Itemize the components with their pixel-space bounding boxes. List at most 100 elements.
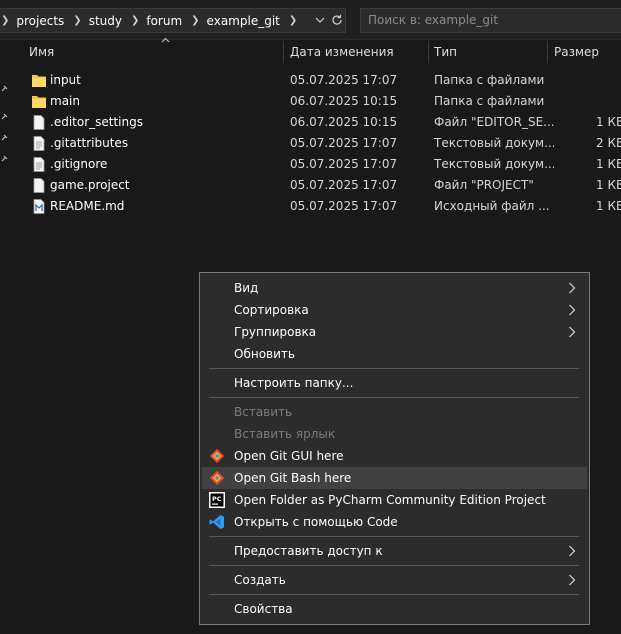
- file-size: 1 КБ: [596, 157, 621, 171]
- file-type: Файл "EDITOR_SE...: [434, 115, 554, 129]
- column-date[interactable]: Дата изменения: [290, 41, 394, 63]
- column-name[interactable]: Имя: [29, 41, 54, 63]
- menu-item-vscode[interactable]: Открыть с помощью Code: [202, 511, 587, 533]
- search-input[interactable]: Поиск в: example_git: [360, 8, 621, 33]
- file-name: README.md: [50, 199, 125, 213]
- menu-item-pycharm[interactable]: PC Open Folder as PyCharm Community Edit…: [202, 489, 587, 511]
- menu-item-label: Вставить ярлык: [234, 427, 336, 441]
- list-item[interactable]: README.md 05.07.2025 17:07 Исходный файл…: [12, 196, 621, 217]
- column-size[interactable]: Размер: [554, 41, 599, 63]
- file-type: Исходный файл ...: [434, 199, 550, 213]
- menu-item-create[interactable]: Создать: [202, 569, 587, 591]
- menu-item-label: Свойства: [234, 602, 293, 616]
- menu-item-label: Open Git Bash here: [234, 471, 352, 485]
- chevron-right-icon: [569, 545, 576, 557]
- menu-item-label: Создать: [234, 573, 286, 587]
- list-item[interactable]: main 06.07.2025 10:15 Папка с файлами: [12, 91, 621, 112]
- breadcrumb-study[interactable]: study: [85, 14, 122, 28]
- file-date: 05.07.2025 17:07: [290, 73, 398, 87]
- menu-item-label: Настроить папку...: [234, 376, 354, 390]
- breadcrumb-forum[interactable]: forum: [142, 14, 182, 28]
- menu-separator: [209, 368, 579, 369]
- file-icon: [33, 178, 45, 193]
- menu-item-label: Группировка: [234, 325, 317, 339]
- column-divider[interactable]: [547, 41, 548, 63]
- breadcrumb-projects[interactable]: projects: [12, 14, 64, 28]
- menu-item-label: Открыть с помощью Code: [234, 515, 398, 529]
- file-date: 06.07.2025 10:15: [290, 94, 398, 108]
- file-size: 1 КБ: [596, 178, 621, 192]
- navigation-pane[interactable]: [0, 41, 12, 634]
- menu-item-label: Сортировка: [234, 303, 309, 317]
- chevron-right-icon: [569, 574, 576, 586]
- chevron-right-icon: [569, 326, 576, 338]
- column-divider[interactable]: [428, 41, 429, 63]
- folder-icon: [32, 75, 46, 87]
- refresh-icon[interactable]: [331, 14, 343, 26]
- menu-item-customize-folder[interactable]: Настроить папку...: [202, 372, 587, 394]
- menu-item-share[interactable]: Предоставить доступ к: [202, 540, 587, 562]
- file-date: 05.07.2025 17:07: [290, 157, 398, 171]
- chevron-down-icon[interactable]: [315, 15, 325, 25]
- folder-icon: [32, 96, 46, 108]
- file-date: 06.07.2025 10:15: [290, 115, 398, 129]
- file-type: Папка с файлами: [434, 73, 545, 87]
- chevron-right-icon[interactable]: ❯: [122, 15, 142, 26]
- markdown-file-icon: [33, 199, 45, 214]
- file-type: Файл "PROJECT": [434, 178, 534, 192]
- file-date: 05.07.2025 17:07: [290, 178, 398, 192]
- list-item[interactable]: .gitattributes 05.07.2025 17:07 Текстовы…: [12, 133, 621, 154]
- menu-separator: [209, 397, 579, 398]
- file-name: main: [50, 94, 80, 108]
- menu-item-label: Open Folder as PyCharm Community Edition…: [234, 493, 546, 507]
- file-name: input: [50, 73, 81, 87]
- menu-item-properties[interactable]: Свойства: [202, 598, 587, 620]
- pin-icon: [1, 113, 8, 120]
- chevron-right-icon[interactable]: ❯: [0, 15, 12, 26]
- menu-item-git-bash[interactable]: Open Git Bash here: [202, 467, 587, 489]
- column-type[interactable]: Тип: [434, 41, 457, 63]
- menu-item-paste[interactable]: Вставить: [202, 401, 587, 423]
- file-size: 2 КБ: [596, 136, 621, 150]
- menu-item-label: Предоставить доступ к: [234, 544, 383, 558]
- list-item[interactable]: .editor_settings 06.07.2025 10:15 Файл "…: [12, 112, 621, 133]
- pin-icon: [1, 85, 8, 92]
- chevron-right-icon[interactable]: ❯: [64, 15, 84, 26]
- file-type: Текстовый докум...: [434, 157, 554, 171]
- menu-item-paste-shortcut[interactable]: Вставить ярлык: [202, 423, 587, 445]
- menu-item-view[interactable]: Вид: [202, 277, 587, 299]
- git-icon: [209, 448, 225, 464]
- text-file-icon: [33, 136, 45, 151]
- breadcrumb[interactable]: ❯ projects ❯ study ❯ forum ❯ example_git…: [0, 8, 346, 33]
- file-icon: [33, 115, 45, 130]
- breadcrumb-example-git[interactable]: example_git: [203, 14, 280, 28]
- sort-ascending-icon: [161, 37, 170, 43]
- text-file-icon: [33, 157, 45, 172]
- pycharm-icon: PC: [209, 492, 225, 508]
- list-item[interactable]: game.project 05.07.2025 17:07 Файл "PROJ…: [12, 175, 621, 196]
- chevron-right-icon: [569, 304, 576, 316]
- column-header: Имя Дата изменения Тип Размер: [12, 37, 621, 63]
- file-name: game.project: [50, 178, 130, 192]
- column-divider[interactable]: [283, 41, 284, 63]
- menu-separator: [209, 536, 579, 537]
- chevron-right-icon[interactable]: ❯: [182, 15, 202, 26]
- pin-icon: [1, 134, 8, 141]
- file-name: .editor_settings: [50, 115, 143, 129]
- chevron-right-icon[interactable]: ❯: [280, 15, 300, 26]
- menu-item-refresh[interactable]: Обновить: [202, 343, 587, 365]
- menu-item-label: Вставить: [234, 405, 293, 419]
- vscode-icon: [209, 515, 224, 529]
- git-icon: [209, 470, 225, 486]
- file-date: 05.07.2025 17:07: [290, 199, 398, 213]
- menu-item-label: Open Git GUI here: [234, 449, 344, 463]
- menu-item-sort[interactable]: Сортировка: [202, 299, 587, 321]
- file-type: Текстовый докум...: [434, 136, 554, 150]
- menu-item-group[interactable]: Группировка: [202, 321, 587, 343]
- list-item[interactable]: .gitignore 05.07.2025 17:07 Текстовый до…: [12, 154, 621, 175]
- menu-separator: [209, 565, 579, 566]
- list-item[interactable]: input 05.07.2025 17:07 Папка с файлами: [12, 70, 621, 91]
- file-date: 05.07.2025 17:07: [290, 136, 398, 150]
- menu-item-git-gui[interactable]: Open Git GUI here: [202, 445, 587, 467]
- file-size: 1 КБ: [596, 199, 621, 213]
